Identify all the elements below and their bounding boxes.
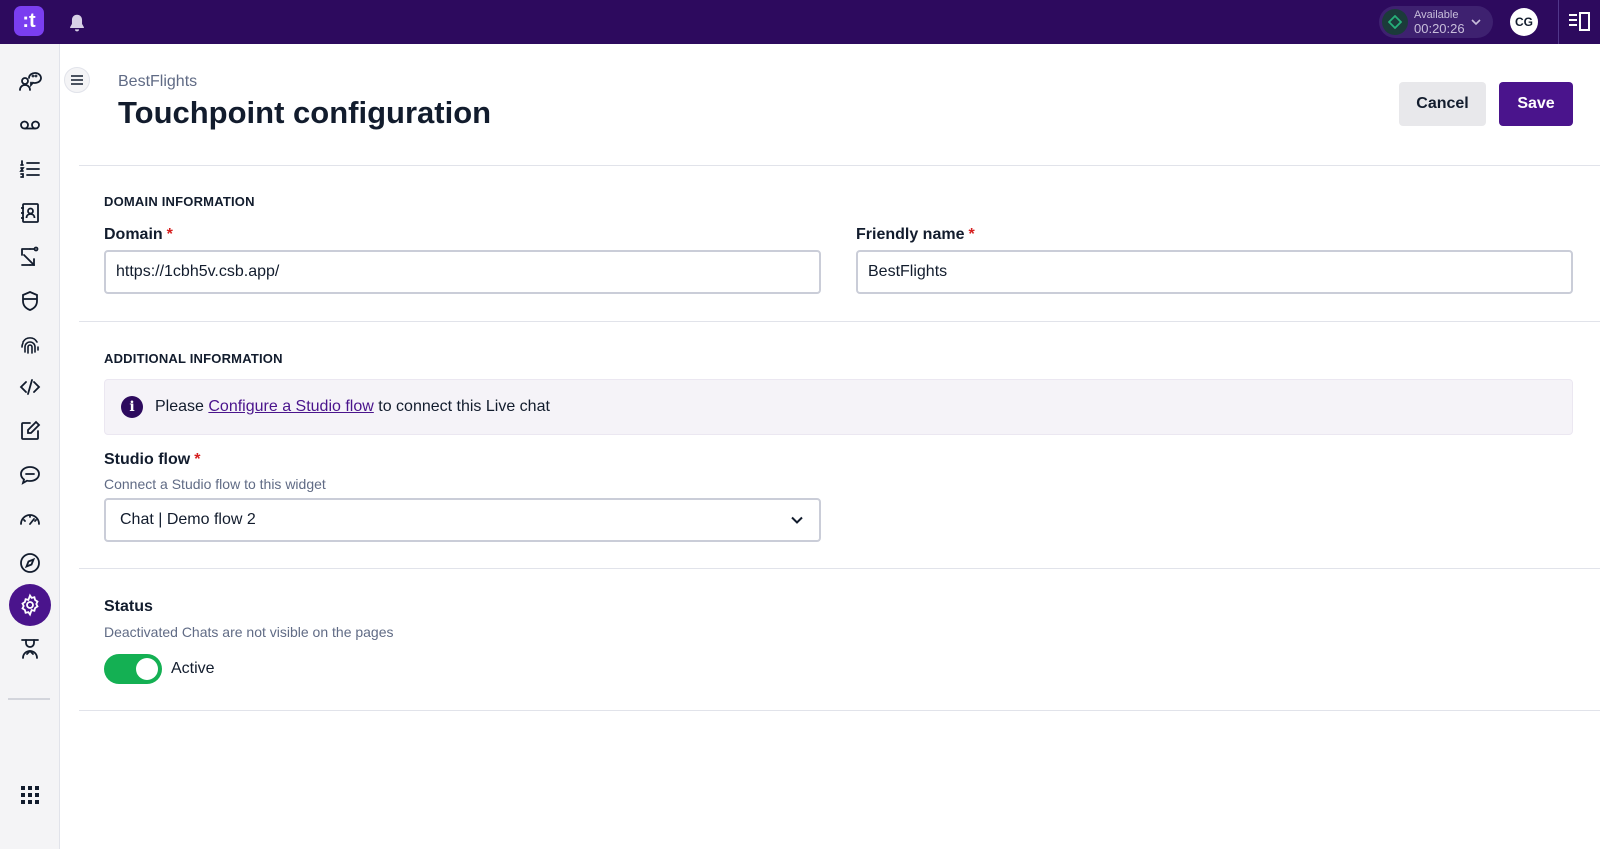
people-chat-icon — [19, 72, 42, 91]
nav-developer[interactable] — [9, 366, 51, 408]
divider — [79, 568, 1600, 569]
studio-flow-select[interactable]: Chat | Demo flow 2 — [104, 498, 821, 542]
studio-flow-label: Studio flow * — [104, 451, 201, 468]
status-toggle[interactable] — [104, 654, 162, 684]
top-bar: :t Available 00:20:26 CG — [0, 0, 1600, 44]
fingerprint-icon — [21, 337, 39, 354]
studio-flow-selected-value: Chat | Demo flow 2 — [120, 511, 256, 528]
numbered-list-icon — [19, 160, 40, 178]
side-panel-toggle-icon[interactable] — [1568, 12, 1590, 32]
nav-conversations[interactable] — [9, 60, 51, 102]
friendly-name-label: Friendly name * — [856, 226, 975, 243]
nav-explore[interactable] — [9, 542, 51, 584]
friendly-name-input[interactable]: BestFlights — [856, 250, 1573, 294]
info-icon: i — [121, 396, 143, 418]
nav-voicemail[interactable] — [9, 104, 51, 146]
contacts-book-icon — [21, 203, 39, 223]
nav-messaging[interactable] — [9, 454, 51, 496]
apps-grid-icon — [21, 786, 39, 804]
info-callout: i Please Configure a Studio flow to conn… — [104, 379, 1573, 435]
page-title: Touchpoint configuration — [118, 95, 492, 130]
code-icon — [19, 379, 41, 395]
chevron-down-icon — [1471, 19, 1481, 26]
nav-notes[interactable] — [9, 410, 51, 452]
toggle-knob — [136, 658, 158, 680]
domain-label: Domain * — [104, 226, 173, 243]
settings-icon — [21, 593, 39, 617]
chat-bubble-icon — [20, 466, 40, 485]
divider — [79, 321, 1600, 322]
domain-input[interactable]: https://1cbh5v.csb.app/ — [104, 250, 821, 294]
nav-contacts[interactable] — [9, 192, 51, 234]
chevron-down-icon — [791, 516, 803, 524]
status-label: Status — [104, 598, 153, 615]
nav-queues[interactable] — [9, 148, 51, 190]
cancel-button[interactable]: Cancel — [1399, 82, 1486, 126]
nav-identity[interactable] — [9, 324, 51, 366]
flow-icon — [21, 246, 39, 266]
status-diamond-icon — [1382, 9, 1408, 35]
nav-settings[interactable] — [9, 584, 51, 626]
breadcrumb[interactable]: BestFlights — [118, 73, 197, 91]
studio-flow-help: Connect a Studio flow to this widget — [104, 476, 326, 492]
compass-icon — [20, 553, 40, 573]
menu-icon — [71, 75, 83, 85]
nav-security[interactable] — [9, 280, 51, 322]
user-avatar[interactable]: CG — [1510, 8, 1538, 36]
topbar-divider — [1558, 0, 1559, 44]
gauge-icon — [20, 514, 40, 525]
required-marker: * — [166, 226, 173, 243]
nav-apps[interactable] — [9, 774, 51, 816]
status-help: Deactivated Chats are not visible on the… — [104, 624, 394, 640]
domain-section-title: DOMAIN INFORMATION — [104, 194, 255, 209]
status-toggle-label: Active — [171, 660, 215, 677]
nav-flows[interactable] — [9, 236, 51, 278]
brand-logo[interactable]: :t — [14, 6, 44, 36]
agent-status-dropdown[interactable]: Available 00:20:26 — [1379, 6, 1493, 38]
voicemail-icon — [20, 120, 40, 130]
required-marker: * — [968, 226, 975, 243]
edit-note-icon — [21, 420, 41, 440]
nav-performance[interactable] — [9, 498, 51, 540]
agent-icon — [21, 639, 39, 659]
additional-section-title: ADDITIONAL INFORMATION — [104, 351, 283, 366]
bell-icon[interactable] — [66, 12, 88, 34]
nav-agents[interactable] — [9, 628, 51, 670]
sidebar — [0, 44, 60, 849]
shield-icon — [22, 291, 38, 311]
sidebar-collapse-button[interactable] — [64, 67, 90, 93]
configure-studio-flow-link[interactable]: Configure a Studio flow — [208, 398, 373, 415]
divider — [79, 710, 1600, 711]
sidebar-separator — [8, 698, 50, 700]
divider — [79, 165, 1600, 166]
callout-text: Please Configure a Studio flow to connec… — [155, 398, 550, 415]
required-marker: * — [194, 451, 201, 468]
status-timer: 00:20:26 — [1414, 21, 1465, 36]
save-button[interactable]: Save — [1499, 82, 1573, 126]
